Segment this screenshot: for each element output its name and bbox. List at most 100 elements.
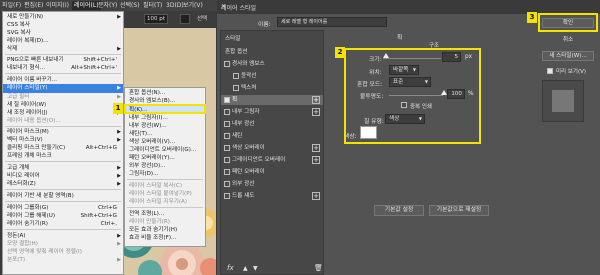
checkbox-icon[interactable]: [224, 61, 230, 67]
menu-item-new-fill-layer[interactable]: 새 칠 레이어(W)▶: [3, 101, 123, 109]
cancel-button[interactable]: 취소: [542, 36, 594, 46]
menu-item-quick-export-png[interactable]: PNG으로 빠른 내보내기 Shift+Ctrl+': [3, 56, 123, 64]
submenu-item-color-overlay[interactable]: 색상 오버레이(V)...: [125, 138, 205, 146]
submenu-item-clear-style[interactable]: 레이어 스타일 지우기(A): [125, 198, 205, 206]
menu-item-layer-mask[interactable]: 레이어 마스크(M) ▶: [3, 128, 123, 136]
checkbox-icon[interactable]: [224, 145, 230, 151]
submenu-item-blending-options[interactable]: 혼합 옵션(N)...: [125, 89, 205, 97]
default-reset-button[interactable]: 기본값으로 재설정: [429, 205, 489, 216]
style-item-texture[interactable]: 텍스처: [221, 83, 323, 93]
menu-item-ungroup-layers[interactable]: 레이어 그룹 해제(U) Shift+Ctrl+G: [3, 212, 123, 220]
default-set-button[interactable]: 기본값 설정: [374, 205, 424, 216]
option-toggle[interactable]: [180, 14, 190, 24]
menu-select[interactable]: 선택(S): [120, 2, 140, 9]
submenu-item-inner-glow[interactable]: 내부 광선(W)...: [125, 122, 205, 130]
menu-item-rename-layer[interactable]: 레이어 이름 바꾸기...: [3, 76, 123, 84]
submenu-item-gradient-overlay[interactable]: 그레이디언트 오버레이(G)...: [125, 146, 205, 154]
style-item-color-overlay[interactable]: 색상 오버레이 +: [221, 143, 323, 153]
add-icon[interactable]: +: [312, 108, 320, 116]
menu-3d[interactable]: 3D(D): [166, 2, 184, 9]
menu-type[interactable]: 문자(Y): [98, 2, 117, 9]
menu-separator: [127, 207, 203, 208]
menu-item-arrange[interactable]: 정돈(A) ▶: [3, 232, 123, 240]
menu-filter[interactable]: 필터(T): [143, 2, 162, 9]
menu-image[interactable]: 이미지(I): [46, 2, 69, 9]
fx-icon[interactable]: fx: [227, 264, 234, 272]
name-input[interactable]: 세로 레벨 형 레이어를: [277, 17, 387, 27]
add-icon[interactable]: +: [312, 144, 320, 152]
menu-item-distribute[interactable]: 분포(T) ▶: [3, 256, 123, 264]
style-item-outer-glow[interactable]: 외부 광선: [221, 179, 323, 189]
menu-item-smart-filter[interactable]: 고급 필터 ▶: [3, 93, 123, 101]
checkbox-icon[interactable]: [224, 133, 230, 139]
menu-layer[interactable]: 레이어(L): [72, 1, 101, 10]
menu-item-frame-mask[interactable]: 프레임 개체 마스크: [3, 152, 123, 160]
menu-item-duplicate-layer[interactable]: 레이어 복제(D)...: [3, 37, 123, 45]
menu-item-copy-css[interactable]: CSS 복사: [3, 21, 123, 29]
menu-item-video-layer[interactable]: 비디오 레이어 ▶: [3, 172, 123, 180]
submenu-item-global-light[interactable]: 전역 조명(L)...: [125, 210, 205, 218]
style-item-inner-glow[interactable]: 내부 광선: [221, 119, 323, 129]
move-down-icon[interactable]: ▼: [253, 265, 258, 272]
add-icon[interactable]: +: [312, 156, 320, 164]
menu-item-copy-svg[interactable]: SVG 복사: [3, 29, 123, 37]
menu-item-export-as[interactable]: 내보내기 형식... Alt+Shift+Ctrl+': [3, 64, 123, 72]
close-icon[interactable]: ✕: [221, 3, 595, 10]
checkbox-icon[interactable]: [233, 85, 239, 91]
checkbox-icon[interactable]: [224, 157, 230, 163]
menu-item-hide-layers[interactable]: 레이어 숨기기(R) Ctrl+,: [3, 220, 123, 228]
menu-edit[interactable]: 편집(E): [24, 2, 44, 9]
submenu-item-create-layers[interactable]: 레이어 만들기(R): [125, 218, 205, 226]
submenu-item-outer-glow[interactable]: 외부 광선(O)...: [125, 162, 205, 170]
style-item-blending-options[interactable]: 혼합 옵션: [221, 47, 323, 57]
style-item-gradient-overlay[interactable]: 그레이디언트 오버레이 +: [221, 155, 323, 165]
checkbox-icon[interactable]: [224, 169, 230, 175]
zoom-field[interactable]: 100 pt: [144, 14, 168, 24]
style-item-pattern-overlay[interactable]: 패턴 오버레이: [221, 167, 323, 177]
trash-icon[interactable]: 🗑: [314, 264, 323, 272]
style-item-bevel-emboss[interactable]: 경사와 엠보스: [221, 59, 323, 69]
submenu-item-copy-style[interactable]: 레이어 스타일 복사(C): [125, 182, 205, 190]
menu-item-combine-shapes[interactable]: 모양 결합(H) ▶: [3, 240, 123, 248]
style-item-stroke[interactable]: 획 +: [221, 95, 323, 105]
menu-item-layer-content-options[interactable]: 레이어 내용 옵션(O)...: [3, 117, 123, 125]
submenu-item-inner-shadow[interactable]: 내부 그림자(I)...: [125, 114, 205, 122]
checkbox-icon[interactable]: [224, 181, 230, 187]
checkbox-icon[interactable]: [224, 193, 230, 199]
style-item-inner-shadow[interactable]: 내부 그림자 +: [221, 107, 323, 117]
menu-file[interactable]: 파일(F): [2, 2, 21, 9]
menu-item-rasterize[interactable]: 래스터화(Z) ▶: [3, 180, 123, 188]
menu-item-vector-mask[interactable]: 벡터 마스크(V) ▶: [3, 136, 123, 144]
submenu-item-pattern-overlay[interactable]: 패턴 오버레이(Y)...: [125, 154, 205, 162]
menu-item-new-adjustment-layer[interactable]: 새 조정 레이어(J)▶: [3, 109, 123, 117]
checkbox-checked-icon[interactable]: [224, 97, 230, 103]
menu-view[interactable]: 보기(V): [183, 2, 203, 9]
menu-separator: [5, 189, 121, 190]
submenu-item-satin[interactable]: 새틴(T)...: [125, 130, 205, 138]
style-item-drop-shadow[interactable]: 드롭 섀도 +: [221, 191, 323, 201]
new-style-button[interactable]: 새 스타일(W)...: [542, 51, 594, 61]
menu-item-new-slice[interactable]: 레이어 기반 새 분할 영역(B): [3, 192, 123, 200]
submenu-item-drop-shadow[interactable]: 그림자(D)...: [125, 170, 205, 178]
menu-item-delete[interactable]: 삭제 ▶: [3, 45, 123, 53]
annotation-box-1: [124, 104, 206, 114]
checkbox-icon[interactable]: [224, 121, 230, 127]
menu-item-clipping-mask[interactable]: 클리핑 마스크 만들기(C) Alt+Ctrl+G: [3, 144, 123, 152]
style-preview-box: [542, 80, 584, 122]
checkbox-icon[interactable]: [233, 73, 239, 79]
submenu-item-scale-effects[interactable]: 효과 비율 조정(F)...: [125, 234, 205, 242]
menu-item-layer-style[interactable]: 레이어 스타일(Y) ▶: [3, 84, 123, 93]
add-icon[interactable]: +: [312, 192, 320, 200]
style-item-satin[interactable]: 새틴: [221, 131, 323, 141]
preview-checkbox-checked-icon[interactable]: [547, 68, 553, 74]
menu-item-smart-object[interactable]: 고급 개체 ▶: [3, 164, 123, 172]
add-icon[interactable]: +: [312, 96, 320, 104]
submenu-item-hide-all-effects[interactable]: 모든 효과 숨기기(H): [125, 226, 205, 234]
menu-item-group-layers[interactable]: 레이어 그룹화(G) Ctrl+G: [3, 204, 123, 212]
menu-item-align-to-selection[interactable]: 선택 영역에 맞춰 레이어 정렬(I): [3, 248, 123, 256]
submenu-item-paste-style[interactable]: 레이어 스타일 붙여넣기(P): [125, 190, 205, 198]
move-up-icon[interactable]: ▲: [243, 265, 248, 272]
menu-item-new[interactable]: 새로 만들기(N) ▶: [3, 13, 123, 21]
style-item-contour[interactable]: 윤곽선: [221, 71, 323, 81]
checkbox-icon[interactable]: [224, 109, 230, 115]
